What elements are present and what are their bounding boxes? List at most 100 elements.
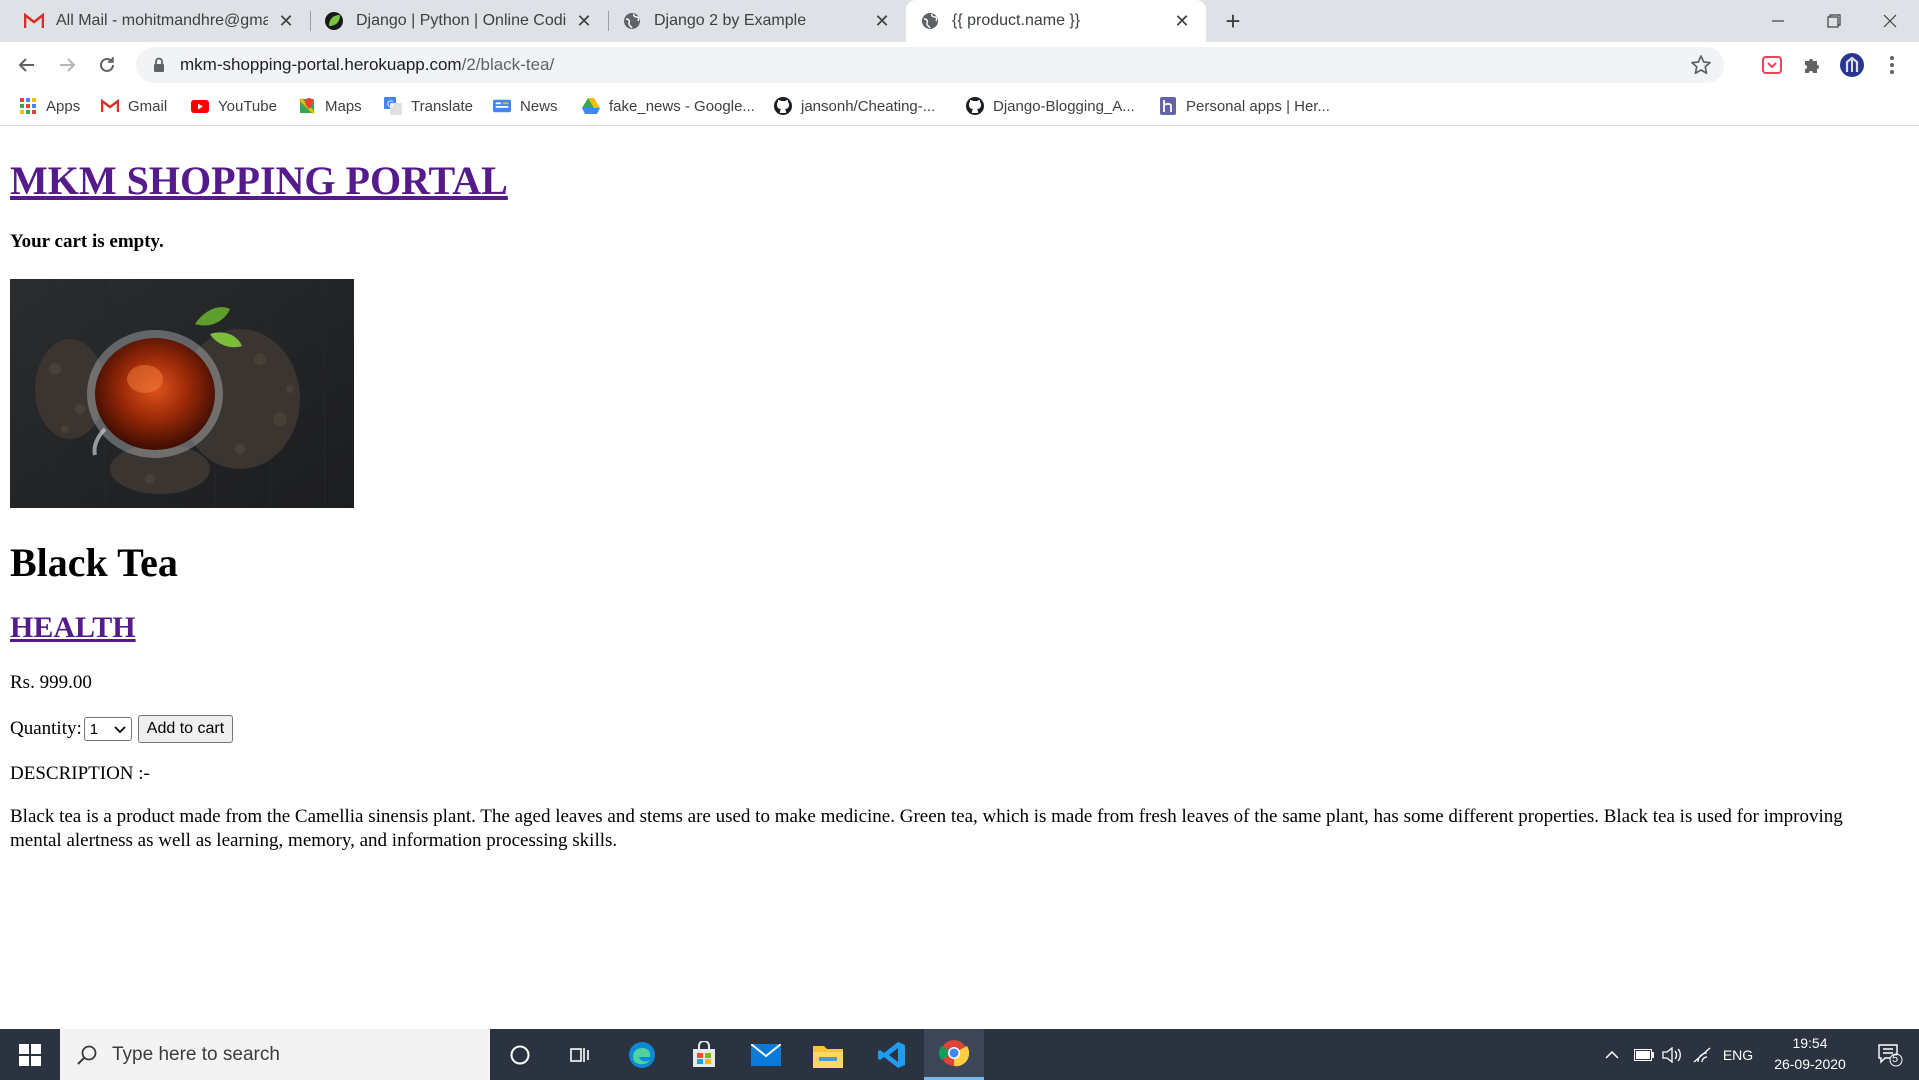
action-center-button[interactable]: 5	[1866, 1029, 1914, 1080]
product-name: Black Tea	[10, 540, 178, 585]
close-icon[interactable]: ✕	[872, 11, 892, 31]
taskbar-mail[interactable]	[736, 1029, 796, 1080]
bookmark-label: Maps	[325, 97, 362, 115]
battery-tray[interactable]	[1630, 1029, 1658, 1080]
bookmark-gmail[interactable]: Gmail	[101, 88, 167, 124]
bookmark-news[interactable]: News	[493, 88, 558, 124]
url-text: mkm-shopping-portal.herokuapp.com/2/blac…	[180, 55, 554, 75]
menu-kebab-icon[interactable]	[1878, 51, 1906, 79]
pocket-extension-icon[interactable]	[1758, 51, 1786, 79]
windows-taskbar: Type here to search ENG 19:54 26-09-2020	[0, 1029, 1919, 1080]
bookmark-django-blogging[interactable]: Django-Blogging_A...	[966, 88, 1135, 124]
clock-time: 19:54	[1792, 1035, 1828, 1051]
description-text: Black tea is a product made from the Cam…	[10, 806, 1843, 851]
task-view-icon	[570, 1047, 589, 1062]
product-image	[10, 279, 354, 508]
globe-icon	[622, 11, 642, 31]
close-icon[interactable]: ✕	[574, 11, 594, 31]
taskbar-vscode[interactable]	[862, 1029, 922, 1080]
close-icon[interactable]: ✕	[1172, 11, 1192, 31]
bookmark-youtube[interactable]: YouTube	[191, 88, 277, 124]
quantity-value: 1	[89, 720, 99, 738]
extensions-puzzle-icon[interactable]	[1798, 51, 1826, 79]
bookmark-fake-news[interactable]: fake_news - Google...	[582, 88, 755, 124]
close-icon[interactable]: ✕	[276, 11, 296, 31]
battery-icon	[1634, 1048, 1654, 1061]
drive-icon	[582, 97, 600, 115]
bookmarks-bar: Apps Gmail YouTube Maps G Translate News	[0, 88, 1919, 126]
quantity-select[interactable]: 1	[83, 717, 132, 741]
bookmark-label: fake_news - Google...	[609, 97, 755, 115]
task-view-button[interactable]	[550, 1029, 610, 1080]
github-icon	[966, 97, 984, 115]
forward-button[interactable]	[51, 49, 83, 81]
minimize-button[interactable]	[1750, 0, 1806, 42]
bookmark-jansonh-cheating[interactable]: jansonh/Cheating-...	[774, 88, 935, 124]
profile-avatar-icon[interactable]	[1838, 51, 1866, 79]
description-heading: DESCRIPTION :-	[10, 763, 150, 784]
restore-button[interactable]	[1806, 0, 1862, 42]
close-window-button[interactable]	[1862, 0, 1918, 42]
cart-status: Your cart is empty.	[10, 231, 164, 252]
tab-django-online[interactable]: Django | Python | Online Coding ✕	[310, 0, 608, 42]
store-icon	[693, 1040, 715, 1067]
chrome-icon	[939, 1040, 969, 1067]
bookmark-label: YouTube	[218, 97, 277, 115]
maps-icon	[298, 97, 316, 115]
browser-toolbar: mkm-shopping-portal.herokuapp.com/2/blac…	[0, 42, 1919, 88]
url-path: /2/black-tea/	[461, 55, 555, 74]
taskbar-chrome[interactable]	[924, 1029, 984, 1080]
youtube-icon	[191, 97, 209, 115]
wifi-icon	[1693, 1047, 1711, 1062]
gmail-icon	[101, 97, 119, 115]
bookmark-star-icon[interactable]	[1690, 54, 1712, 76]
bookmark-personal-apps[interactable]: Personal apps | Her...	[1159, 88, 1330, 124]
speaker-icon	[1662, 1046, 1681, 1063]
new-tab-button[interactable]: +	[1220, 6, 1246, 36]
bookmark-label: Apps	[46, 97, 81, 115]
tab-strip: All Mail - mohitmandhre@gmail. ✕ Django …	[0, 0, 1919, 42]
edge-icon	[629, 1041, 655, 1068]
tab-gmail[interactable]: All Mail - mohitmandhre@gmail. ✕	[10, 0, 310, 42]
show-hidden-icons[interactable]	[1598, 1029, 1626, 1080]
mail-icon	[751, 1043, 781, 1066]
address-bar[interactable]: mkm-shopping-portal.herokuapp.com/2/blac…	[136, 47, 1724, 83]
translate-icon: G	[384, 97, 402, 115]
web-page: MKM SHOPPING PORTAL Your cart is empty.	[0, 127, 1919, 1029]
url-host: mkm-shopping-portal.herokuapp.com	[180, 55, 462, 74]
search-icon	[76, 1044, 98, 1066]
github-icon	[774, 97, 792, 115]
tab-django-2-by-example[interactable]: Django 2 by Example ✕	[608, 0, 906, 42]
taskbar-search-box[interactable]: Type here to search	[60, 1029, 490, 1080]
bookmark-label: Django-Blogging_A...	[993, 97, 1135, 115]
reload-button[interactable]	[91, 49, 123, 81]
network-tray[interactable]	[1688, 1029, 1716, 1080]
clock[interactable]: 19:54 26-09-2020	[1760, 1033, 1860, 1075]
bookmark-translate[interactable]: G Translate	[384, 88, 473, 124]
volume-tray[interactable]	[1658, 1029, 1686, 1080]
bookmark-label: Personal apps | Her...	[1186, 97, 1330, 115]
language-indicator[interactable]: ENG	[1718, 1029, 1758, 1080]
back-button[interactable]	[11, 49, 43, 81]
gmail-icon	[24, 11, 44, 31]
tab-product[interactable]: {{ product.name }} ✕	[906, 0, 1206, 42]
bookmark-label: Gmail	[128, 97, 168, 115]
category-link[interactable]: HEALTH	[10, 611, 136, 645]
start-button[interactable]	[0, 1029, 60, 1080]
lock-icon[interactable]	[150, 56, 168, 74]
bookmark-maps[interactable]: Maps	[298, 88, 362, 124]
taskbar-store[interactable]	[674, 1029, 734, 1080]
product-price: Rs. 999.00	[10, 672, 92, 693]
taskbar-edge[interactable]	[612, 1029, 672, 1080]
cortana-icon	[510, 1045, 530, 1064]
search-placeholder: Type here to search	[112, 1043, 280, 1065]
news-icon	[493, 97, 511, 115]
taskbar-file-explorer[interactable]	[798, 1029, 858, 1080]
site-title-link[interactable]: MKM SHOPPING PORTAL	[10, 157, 508, 204]
bookmark-apps[interactable]: Apps	[19, 88, 80, 124]
cortana-button[interactable]	[490, 1029, 550, 1080]
chevron-down-icon	[114, 721, 126, 738]
add-to-cart-button[interactable]: Add to cart	[137, 715, 234, 743]
folder-icon	[813, 1045, 843, 1068]
globe-icon	[920, 11, 940, 31]
